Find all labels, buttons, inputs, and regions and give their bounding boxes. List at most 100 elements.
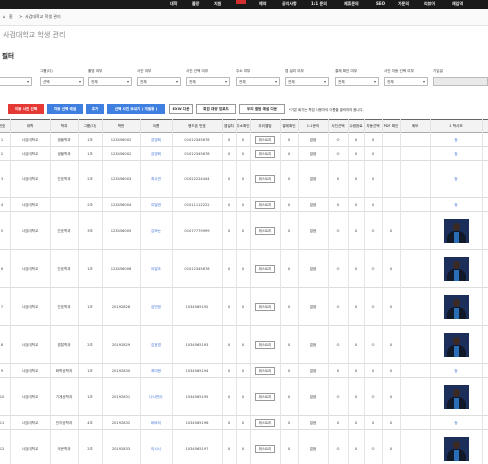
table-cell-addr: X bbox=[241, 368, 245, 373]
album-button[interactable]: 위스트리 bbox=[254, 226, 276, 235]
table-cell-addr: X bbox=[241, 342, 245, 347]
table-cell-app: X bbox=[227, 342, 231, 347]
student-name-link[interactable]: 김영희 bbox=[140, 133, 172, 146]
photo-cell: 등 bbox=[430, 133, 482, 146]
table-cell-inquiry: 없음 bbox=[309, 137, 317, 142]
table-cell-addr: X bbox=[241, 228, 245, 233]
table-cell-memo bbox=[400, 288, 430, 325]
student-name-link[interactable]: 김호영 bbox=[140, 326, 172, 363]
album-button[interactable]: 위스트리 bbox=[254, 392, 276, 401]
table-row: 6 사검대학교 간호학과 1조 123456006 이일조 01012345678 X X 위스트… bbox=[0, 250, 488, 288]
auto-select-button[interactable]: 자동 선택 예설 bbox=[47, 104, 83, 114]
bulk-upload-button[interactable]: 회원 대량 업로드 bbox=[196, 104, 236, 114]
date-input[interactable] bbox=[433, 77, 488, 86]
album-button[interactable]: 위스트리 bbox=[254, 302, 276, 311]
active-nav-indicator bbox=[236, 0, 246, 4]
nav-item[interactable]: 제휴문의 bbox=[344, 1, 359, 7]
home-icon[interactable]: ⌂ bbox=[3, 14, 6, 19]
nav-item[interactable]: 대학 bbox=[170, 1, 177, 7]
table-cell-app: X bbox=[227, 151, 231, 156]
photo-cell bbox=[430, 378, 482, 415]
graduation-photo[interactable] bbox=[443, 384, 469, 409]
column-divider bbox=[280, 119, 281, 464]
album-button[interactable]: 위스트리 bbox=[254, 200, 276, 209]
filter-select[interactable]: 전체 bbox=[236, 77, 280, 86]
photo-status-link[interactable]: 등 bbox=[454, 177, 457, 181]
album-button[interactable]: 위스트리 bbox=[254, 135, 276, 144]
add-button[interactable]: 추가 bbox=[86, 104, 104, 114]
album-button[interactable]: 위스트리 bbox=[254, 340, 276, 349]
graduation-photo[interactable] bbox=[443, 332, 469, 357]
album-button[interactable]: 위스트리 bbox=[254, 444, 276, 453]
graduation-photo[interactable] bbox=[443, 218, 469, 243]
student-name-link[interactable]: 바바이 bbox=[140, 416, 172, 429]
filter-select[interactable]: 전체 bbox=[384, 77, 428, 86]
nav-item[interactable]: 1:1 문의 bbox=[311, 1, 327, 7]
filter-select[interactable]: 선택 bbox=[40, 77, 84, 86]
nav-item[interactable]: 리뷰어 bbox=[424, 1, 435, 7]
graduation-photo[interactable] bbox=[443, 294, 469, 319]
filter-select[interactable]: 전체 bbox=[335, 77, 379, 86]
filter-select[interactable]: 전체 bbox=[88, 77, 132, 86]
student-name-link[interactable]: 김민정 bbox=[140, 288, 172, 325]
album-button[interactable]: 위스트리 bbox=[254, 264, 276, 273]
graduation-photo[interactable] bbox=[443, 436, 469, 461]
photo-cell bbox=[430, 212, 482, 249]
column-header: 우리앨범 bbox=[258, 124, 272, 128]
photo-status-link[interactable]: 등 bbox=[454, 152, 457, 156]
filter-select[interactable]: 전체 bbox=[285, 77, 329, 86]
nav-item[interactable]: 지원 bbox=[214, 1, 221, 7]
table-cell-pay: X bbox=[287, 446, 291, 451]
student-name-link[interactable]: 김영희 bbox=[140, 147, 172, 160]
photo-status-link[interactable]: 등 bbox=[454, 421, 457, 425]
album-button[interactable]: 위스트리 bbox=[254, 175, 276, 183]
table-cell-no: 7 bbox=[0, 304, 4, 309]
filter-select[interactable]: 전체 bbox=[137, 77, 181, 86]
student-name-link[interactable]: 최수연 bbox=[140, 161, 172, 197]
album-cell: 위스트리 bbox=[250, 212, 280, 249]
album-download-button[interactable]: 우리 앨범 예설 다운 bbox=[239, 104, 285, 114]
column-header: 앱설치 bbox=[224, 124, 234, 128]
album-button[interactable]: 위스트리 bbox=[254, 366, 276, 375]
graduation-photo[interactable] bbox=[443, 256, 469, 281]
table-cell-sid: 20192831 bbox=[111, 394, 131, 399]
nav-item[interactable]: 재입역 bbox=[452, 1, 463, 7]
column-divider bbox=[140, 119, 141, 464]
filter-select[interactable]: 전체 bbox=[186, 77, 230, 86]
album-cell: 위스트리 bbox=[250, 161, 280, 197]
student-name-link[interactable]: 이시시 bbox=[140, 430, 172, 464]
table-cell-inquiry: 없음 bbox=[309, 228, 317, 233]
album-button[interactable]: 위스트리 bbox=[254, 418, 276, 427]
student-name-link[interactable]: 이일조 bbox=[140, 250, 172, 287]
breadcrumb-home[interactable]: 홈 bbox=[9, 14, 13, 20]
photo-status-link[interactable]: 등 bbox=[454, 203, 457, 207]
nav-item[interactable]: 가문의 bbox=[398, 1, 409, 7]
photo-select-button[interactable]: 이동 사진 선택 bbox=[8, 104, 44, 114]
table-row: 7 사검대학교 간호학과 1조 20192828 김민정 1034565192 X X 위스트리 X… bbox=[0, 288, 488, 326]
table-cell-memo bbox=[400, 326, 430, 363]
album-button[interactable]: 위스트리 bbox=[254, 149, 276, 158]
table-cell-app: X bbox=[227, 137, 231, 142]
filter-select[interactable] bbox=[0, 77, 32, 86]
column-divider bbox=[382, 119, 383, 464]
photo-status-link[interactable]: 등 bbox=[454, 138, 457, 142]
table-cell-auto: X bbox=[371, 368, 375, 373]
student-name-link[interactable]: 최미현 bbox=[140, 364, 172, 377]
photo-status-link[interactable]: 등 bbox=[454, 369, 457, 373]
table-cell-recv: X bbox=[354, 394, 358, 399]
send-photos-button[interactable]: 선택 사진 보내기 ( 개별등 ) bbox=[107, 104, 165, 114]
photo-cell: 등 bbox=[430, 364, 482, 377]
table-cell-pdf: X bbox=[389, 446, 393, 451]
student-name-link[interactable]: 나시민이 bbox=[140, 378, 172, 415]
table-cell-sel: O bbox=[336, 446, 340, 451]
student-name-link[interactable]: 김보는 bbox=[140, 212, 172, 249]
student-name-link[interactable]: 이일권 bbox=[140, 198, 172, 211]
nav-item[interactable]: 예약 bbox=[259, 1, 266, 7]
table-cell-pdf: X bbox=[389, 304, 393, 309]
column-divider bbox=[236, 119, 237, 464]
nav-item[interactable]: 불망 bbox=[192, 1, 199, 7]
table-cell-sid: 123456005 bbox=[110, 228, 132, 233]
nav-item[interactable]: SEO bbox=[376, 1, 385, 6]
excel-download-button[interactable]: EXW 다운 bbox=[169, 104, 193, 114]
nav-item[interactable]: 공지사항 bbox=[282, 1, 297, 7]
